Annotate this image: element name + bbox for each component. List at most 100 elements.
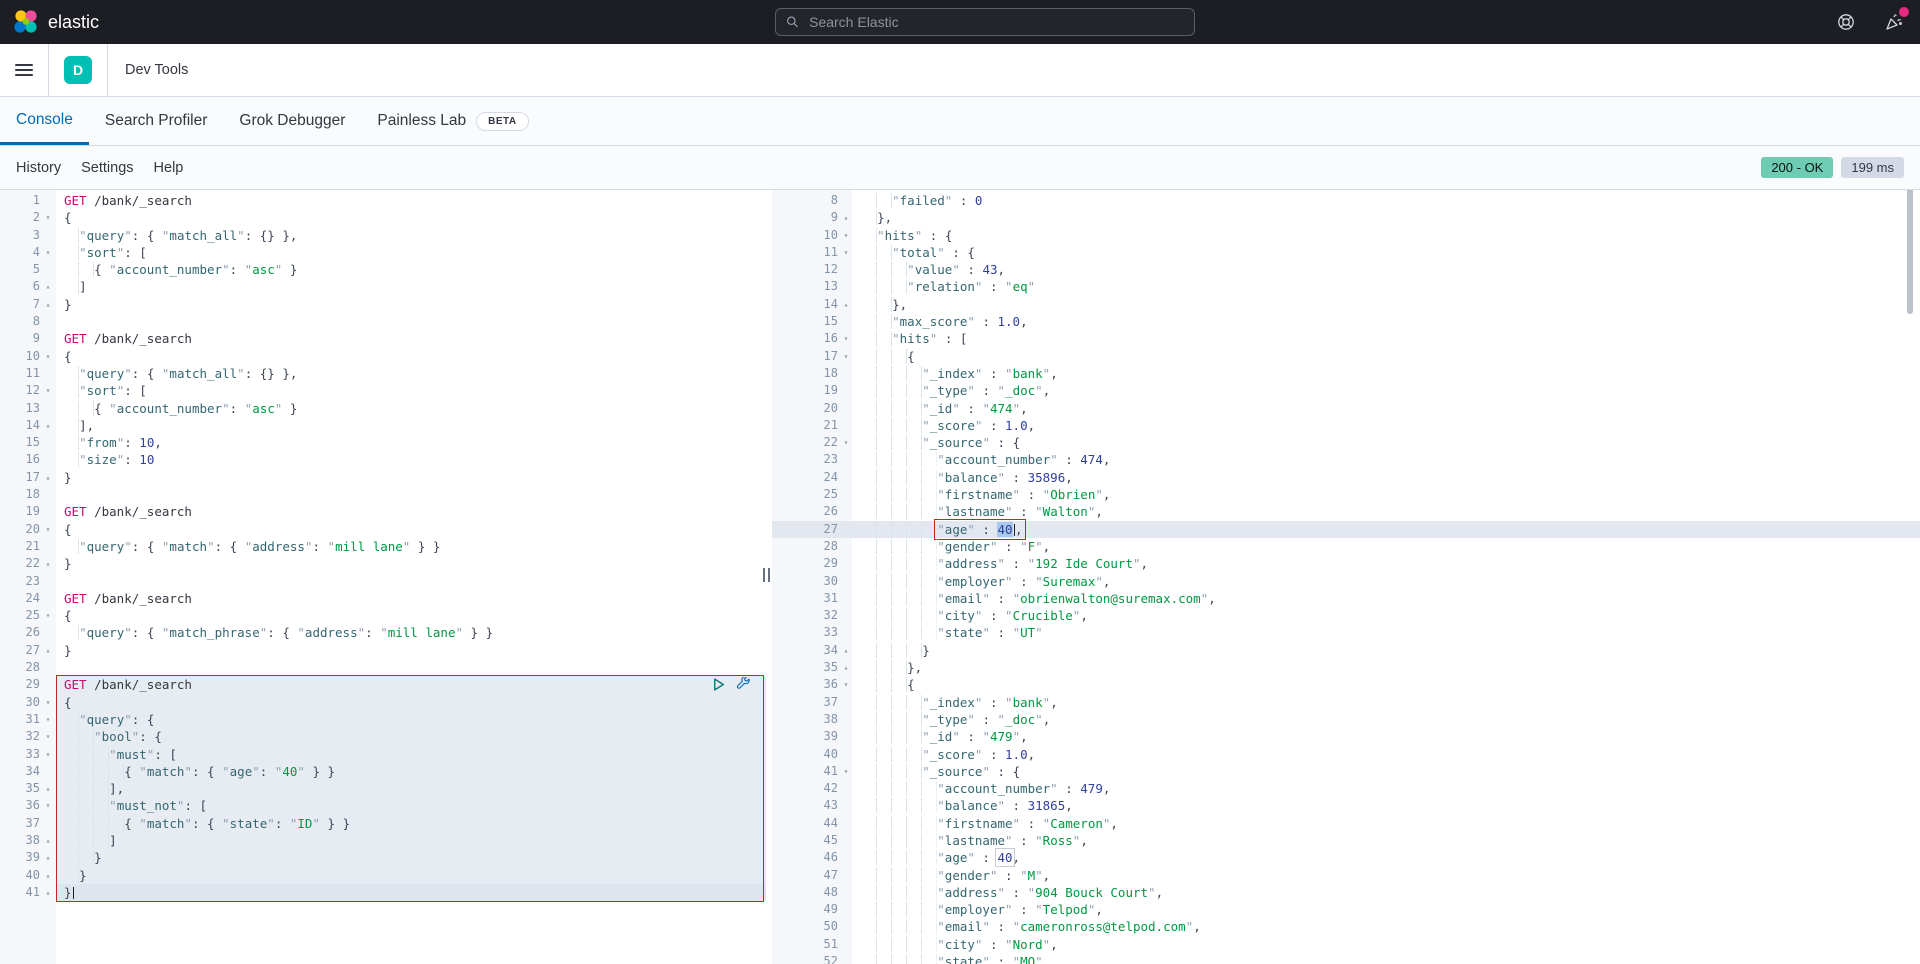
code-line-21[interactable]: 21 "_score" : 1.0,	[772, 417, 1920, 434]
code-line-39[interactable]: 39 "_id" : "479",	[772, 728, 1920, 745]
fold-toggle-icon[interactable]: ▾	[838, 348, 854, 365]
code-line-1[interactable]: 1GET /bank/_search	[0, 192, 766, 209]
fold-toggle-icon[interactable]: ▾	[838, 244, 854, 261]
tab-grok-debugger[interactable]: Grok Debugger	[223, 97, 361, 145]
global-search-box[interactable]	[775, 8, 1195, 36]
code-line-21[interactable]: 21 "query": { "match": { "address": "mil…	[0, 538, 766, 555]
code-line-22[interactable]: 22▴}	[0, 555, 766, 572]
code-line-2[interactable]: 2▾{	[0, 209, 766, 226]
code-line-43[interactable]: 43 "balance" : 31865,	[772, 797, 1920, 814]
fold-toggle-icon[interactable]: ▴	[40, 555, 56, 572]
fold-toggle-icon[interactable]: ▴	[838, 659, 854, 676]
fold-toggle-icon[interactable]: ▴	[40, 867, 56, 884]
code-line-8[interactable]: 8 "failed" : 0	[772, 192, 1920, 209]
tab-search-profiler[interactable]: Search Profiler	[89, 97, 224, 145]
fold-toggle-icon[interactable]: ▾	[40, 607, 56, 624]
fold-toggle-icon[interactable]: ▴	[838, 296, 854, 313]
code-line-22[interactable]: 22▾ "_source" : {	[772, 434, 1920, 451]
request-options-button[interactable]	[735, 677, 751, 693]
tab-console[interactable]: Console	[0, 97, 89, 145]
code-line-44[interactable]: 44 "firstname" : "Cameron",	[772, 815, 1920, 832]
fold-toggle-icon[interactable]: ▾	[40, 746, 56, 763]
code-line-26[interactable]: 26 "lastname" : "Walton",	[772, 503, 1920, 520]
code-line-4[interactable]: 4▾ "sort": [	[0, 244, 766, 261]
response-viewer-panel[interactable]: 8 "failed" : 09▴ },10▾ "hits" : {11▾ "to…	[772, 190, 1920, 964]
fold-toggle-icon[interactable]: ▾	[838, 763, 854, 780]
fold-toggle-icon[interactable]: ▾	[838, 330, 854, 347]
code-line-10[interactable]: 10▾{	[0, 348, 766, 365]
elastic-home-link[interactable]: elastic	[0, 9, 99, 35]
settings-link[interactable]: Settings	[81, 160, 133, 176]
code-line-27[interactable]: 27▴}	[0, 642, 766, 659]
code-line-37[interactable]: 37 "_index" : "bank",	[772, 694, 1920, 711]
fold-toggle-icon[interactable]: ▴	[838, 209, 854, 226]
code-line-19[interactable]: 19GET /bank/_search	[0, 503, 766, 520]
request-editor-panel[interactable]: 1GET /bank/_search2▾{3 "query": { "match…	[0, 190, 766, 964]
code-line-13[interactable]: 13 "relation" : "eq"	[772, 278, 1920, 295]
code-line-46[interactable]: 46 "age" : 40,	[772, 849, 1920, 866]
code-line-18[interactable]: 18 "_index" : "bank",	[772, 365, 1920, 382]
code-line-25[interactable]: 25 "firstname" : "Obrien",	[772, 486, 1920, 503]
help-link[interactable]: Help	[154, 160, 184, 176]
fold-toggle-icon[interactable]: ▾	[40, 711, 56, 728]
fold-toggle-icon[interactable]: ▴	[40, 780, 56, 797]
fold-toggle-icon[interactable]: ▴	[40, 417, 56, 434]
code-line-6[interactable]: 6▴ ]	[0, 278, 766, 295]
code-line-16[interactable]: 16▾ "hits" : [	[772, 330, 1920, 347]
code-line-50[interactable]: 50 "email" : "cameronross@telpod.com",	[772, 918, 1920, 935]
code-line-20[interactable]: 20▾{	[0, 521, 766, 538]
fold-toggle-icon[interactable]: ▾	[40, 244, 56, 261]
search-input[interactable]	[807, 13, 1184, 31]
code-line-34[interactable]: 34 { "match": { "age": "40" } }	[0, 763, 766, 780]
code-line-3[interactable]: 3 "query": { "match_all": {} },	[0, 227, 766, 244]
code-line-7[interactable]: 7▴}	[0, 296, 766, 313]
code-line-30[interactable]: 30▾{	[0, 694, 766, 711]
tab-painless-lab[interactable]: Painless Lab BETA	[361, 97, 544, 145]
code-line-23[interactable]: 23 "account_number" : 474,	[772, 451, 1920, 468]
code-line-38[interactable]: 38 "_type" : "_doc",	[772, 711, 1920, 728]
code-line-9[interactable]: 9GET /bank/_search	[0, 330, 766, 347]
code-line-30[interactable]: 30 "employer" : "Suremax",	[772, 573, 1920, 590]
code-line-28[interactable]: 28	[0, 659, 766, 676]
code-line-11[interactable]: 11▾ "total" : {	[772, 244, 1920, 261]
fold-toggle-icon[interactable]: ▴	[40, 849, 56, 866]
fold-toggle-icon[interactable]: ▴	[40, 832, 56, 849]
fold-toggle-icon[interactable]: ▴	[40, 296, 56, 313]
code-line-51[interactable]: 51 "city" : "Nord",	[772, 936, 1920, 953]
code-line-10[interactable]: 10▾ "hits" : {	[772, 227, 1920, 244]
code-line-15[interactable]: 15 "from": 10,	[0, 434, 766, 451]
fold-toggle-icon[interactable]: ▴	[40, 469, 56, 486]
code-line-24[interactable]: 24 "balance" : 35896,	[772, 469, 1920, 486]
code-line-32[interactable]: 32 "city" : "Crucible",	[772, 607, 1920, 624]
code-line-16[interactable]: 16 "size": 10	[0, 451, 766, 468]
fold-toggle-icon[interactable]: ▾	[40, 797, 56, 814]
code-line-41[interactable]: 41▾ "_source" : {	[772, 763, 1920, 780]
code-line-11[interactable]: 11 "query": { "match_all": {} },	[0, 365, 766, 382]
code-line-52[interactable]: 52 "state" : "MO"	[772, 953, 1920, 964]
code-line-38[interactable]: 38▴ ]	[0, 832, 766, 849]
code-line-37[interactable]: 37 { "match": { "state": "ID" } }	[0, 815, 766, 832]
code-line-28[interactable]: 28 "gender" : "F",	[772, 538, 1920, 555]
code-line-14[interactable]: 14▴ ],	[0, 417, 766, 434]
code-line-31[interactable]: 31 "email" : "obrienwalton@suremax.com",	[772, 590, 1920, 607]
help-menu-button[interactable]	[1836, 12, 1856, 32]
code-line-47[interactable]: 47 "gender" : "M",	[772, 867, 1920, 884]
code-line-35[interactable]: 35▴ },	[772, 659, 1920, 676]
space-avatar[interactable]: D	[64, 56, 92, 84]
code-line-41[interactable]: 41▴}	[0, 884, 766, 901]
code-line-42[interactable]: 42 "account_number" : 479,	[772, 780, 1920, 797]
fold-toggle-icon[interactable]: ▴	[40, 884, 56, 901]
code-line-48[interactable]: 48 "address" : "904 Bouck Court",	[772, 884, 1920, 901]
code-line-32[interactable]: 32▾ "bool": {	[0, 728, 766, 745]
code-line-34[interactable]: 34▴ }	[772, 642, 1920, 659]
fold-toggle-icon[interactable]: ▾	[40, 209, 56, 226]
fold-toggle-icon[interactable]: ▴	[40, 278, 56, 295]
code-line-20[interactable]: 20 "_id" : "474",	[772, 400, 1920, 417]
code-line-5[interactable]: 5 { "account_number": "asc" }	[0, 261, 766, 278]
code-line-31[interactable]: 31▾ "query": {	[0, 711, 766, 728]
code-line-24[interactable]: 24GET /bank/_search	[0, 590, 766, 607]
code-line-17[interactable]: 17▾ {	[772, 348, 1920, 365]
code-line-29[interactable]: 29GET /bank/_search	[0, 676, 766, 693]
code-line-33[interactable]: 33▾ "must": [	[0, 746, 766, 763]
code-line-23[interactable]: 23	[0, 573, 766, 590]
